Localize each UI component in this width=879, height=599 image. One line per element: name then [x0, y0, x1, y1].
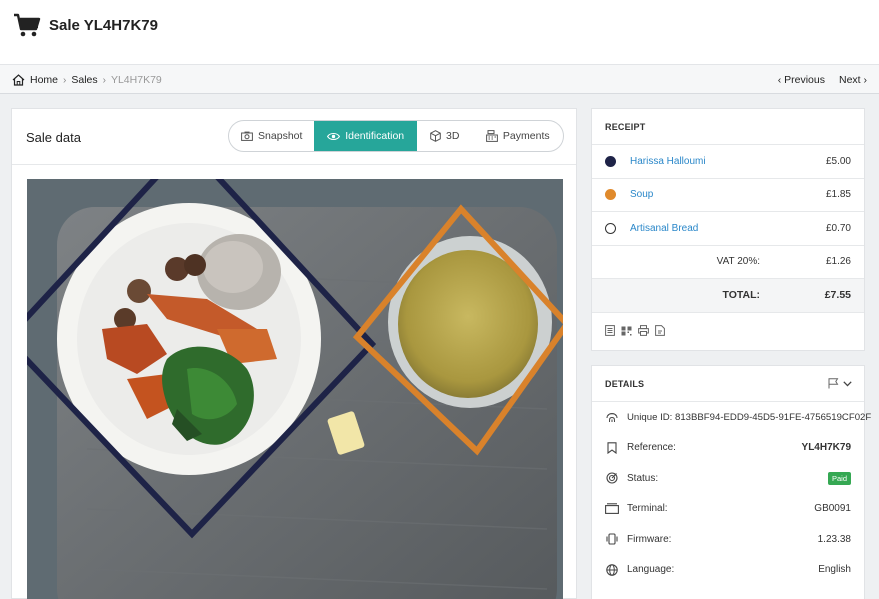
vat-row: VAT 20%: £1.26 — [592, 246, 864, 279]
cube-icon — [430, 130, 441, 142]
total-value: £7.55 — [824, 289, 851, 302]
cash-register-icon — [486, 130, 498, 142]
flag-icon — [828, 378, 839, 389]
vat-label: VAT 20%: — [716, 256, 760, 268]
breadcrumb-sales[interactable]: Sales — [71, 74, 97, 86]
reference-row: Reference: YL4H7K79 — [592, 433, 864, 464]
receipt-item-price: £5.00 — [825, 155, 851, 167]
receipt-card: RECEIPT Harissa Halloumi £5.00 Soup £1.8… — [591, 108, 865, 351]
chip-icon — [605, 532, 619, 546]
tab-snapshot[interactable]: Snapshot — [229, 121, 314, 151]
tray-photo-canvas — [27, 179, 563, 599]
tab-identification[interactable]: Identification — [314, 121, 417, 151]
status-row: Status: Paid — [592, 463, 864, 494]
receipt-item-price: £0.70 — [825, 222, 851, 234]
previous-label: Previous — [784, 74, 825, 86]
page-title: Sale YL4H7K79 — [49, 17, 158, 34]
fingerprint-icon — [605, 410, 619, 424]
item-color-dot — [605, 155, 616, 167]
shopping-cart-icon — [14, 13, 41, 37]
list-icon[interactable] — [605, 325, 615, 336]
receipt-heading: RECEIPT — [592, 109, 864, 145]
tab-3d-label: 3D — [445, 130, 460, 142]
receipt-item-name[interactable]: Artisanal Bread — [630, 223, 826, 234]
details-header: DETAILS — [592, 366, 864, 402]
receipt-item-name[interactable]: Soup — [630, 189, 826, 200]
receipt-item: Harissa Halloumi £5.00 — [592, 145, 864, 179]
firmware-row: Firmware: 1.23.38 — [592, 524, 864, 555]
reference-value: YL4H7K79 — [801, 442, 851, 454]
vat-value: £1.26 — [825, 256, 851, 268]
terminal-row: Terminal: GB0091 — [592, 494, 864, 525]
previous-button[interactable]: ‹ Previous — [778, 74, 825, 86]
receipt-item-name[interactable]: Harissa Halloumi — [630, 156, 826, 167]
pager: ‹ Previous Next › — [778, 74, 867, 86]
unique-id-row: Unique ID: 813BBF94-EDD9-45D5-91FE-47565… — [592, 402, 871, 433]
unique-id: Unique ID: 813BBF94-EDD9-45D5-91FE-47565… — [627, 411, 872, 423]
item-color-dot — [605, 222, 616, 234]
total-row: TOTAL: £7.55 — [592, 279, 864, 313]
breadcrumb-home[interactable]: Home — [30, 74, 58, 86]
sale-data-card: Sale data Snapshot Identification 3D Pay… — [11, 108, 577, 599]
terminal-icon — [605, 502, 619, 516]
tray-photo — [27, 179, 563, 599]
tab-identification-label: Identification — [345, 130, 405, 142]
firmware-label: Firmware: — [627, 533, 672, 545]
terminal-label: Terminal: — [627, 503, 668, 515]
view-tabs: Snapshot Identification 3D Payments — [228, 120, 564, 152]
firmware-value: 1.23.38 — [817, 533, 851, 545]
status-icon — [605, 471, 619, 485]
eye-icon — [327, 132, 341, 140]
status-label: Status: — [627, 472, 659, 484]
breadcrumb-separator: › — [102, 74, 106, 86]
tab-payments-label: Payments — [502, 130, 550, 142]
pdf-icon[interactable] — [655, 325, 665, 336]
receipt-item: Artisanal Bread £0.70 — [592, 212, 864, 246]
terminal-value: GB0091 — [814, 503, 851, 515]
home-icon[interactable] — [12, 74, 25, 86]
app-header: Sale YL4H7K79 — [0, 0, 879, 64]
globe-icon — [605, 563, 619, 577]
item-color-dot — [605, 189, 616, 201]
breadcrumb: Home › Sales › YL4H7K79 — [12, 74, 162, 86]
status-badge: Paid — [827, 471, 851, 485]
next-label: Next — [838, 74, 861, 86]
next-button[interactable]: Next › — [839, 74, 867, 86]
details-heading: DETAILS — [605, 378, 645, 389]
receipt-item-price: £1.85 — [825, 189, 851, 201]
breadcrumb-separator: › — [63, 74, 67, 86]
receipt-actions — [592, 313, 864, 349]
reference-label: Reference: — [627, 442, 676, 454]
bookmark-icon — [605, 441, 619, 455]
breadcrumb-bar: Home › Sales › YL4H7K79 ‹ Previous Next … — [0, 64, 879, 94]
breadcrumb-current: YL4H7K79 — [110, 74, 162, 86]
chevron-down-icon — [843, 380, 852, 387]
total-label: TOTAL: — [722, 289, 760, 302]
tab-payments[interactable]: Payments — [473, 121, 563, 151]
details-card: DETAILS Unique ID: 813BBF94-EDD9-45D5-91… — [591, 365, 871, 599]
language-value: English — [818, 564, 851, 576]
card-divider — [12, 164, 576, 165]
qr-icon[interactable] — [621, 326, 632, 336]
tab-3d[interactable]: 3D — [417, 121, 473, 151]
print-icon[interactable] — [638, 325, 649, 336]
receipt-item: Soup £1.85 — [592, 179, 864, 212]
camera-icon — [241, 131, 253, 141]
language-label: Language: — [627, 564, 675, 576]
sale-data-title: Sale data — [26, 130, 81, 145]
details-flag-menu[interactable] — [828, 378, 852, 389]
tab-snapshot-label: Snapshot — [258, 130, 303, 142]
language-row: Language: English — [592, 555, 864, 586]
